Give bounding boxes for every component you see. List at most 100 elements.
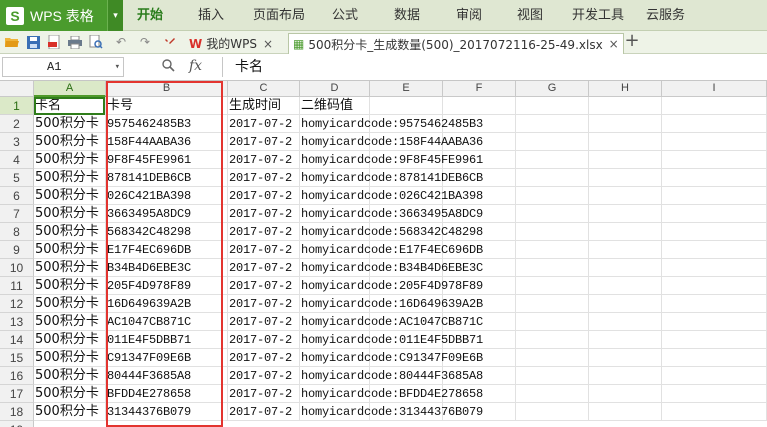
undo-icon[interactable]: ↶ — [113, 34, 129, 50]
app-menu-button[interactable]: S WPS 表格 ▾ — [0, 0, 123, 31]
customize-toolbar-icon[interactable] — [162, 34, 178, 50]
cell-qr-value[interactable]: homyicardcode:9575462485B3 — [300, 115, 483, 133]
cell[interactable] — [662, 115, 767, 133]
cell[interactable] — [662, 97, 767, 115]
cell[interactable] — [662, 205, 767, 223]
cell[interactable] — [516, 277, 589, 295]
cell-a1[interactable]: 卡名 — [34, 97, 106, 115]
cell[interactable] — [662, 331, 767, 349]
cell-card-name[interactable]: 500积分卡 — [34, 151, 106, 169]
row-header[interactable]: 8 — [0, 223, 34, 241]
cell-qr-value[interactable]: homyicardcode:026C421BA398 — [300, 187, 483, 205]
cell[interactable] — [662, 223, 767, 241]
row-header[interactable]: 14 — [0, 331, 34, 349]
cell[interactable] — [516, 295, 589, 313]
formula-input[interactable]: 卡名 — [222, 57, 762, 77]
cell[interactable] — [662, 367, 767, 385]
cell[interactable] — [662, 385, 767, 403]
menu-home[interactable]: 开始 — [137, 0, 163, 31]
row-header[interactable]: 19 — [0, 421, 34, 427]
save-icon[interactable] — [25, 34, 41, 50]
cell-created-time[interactable]: 2017-07-2 — [228, 295, 300, 313]
cell-qr-value[interactable]: homyicardcode:878141DEB6CB — [300, 169, 483, 187]
cell-created-time[interactable]: 2017-07-2 — [228, 259, 300, 277]
cell-card-number[interactable]: AC1047CB871C — [106, 313, 228, 331]
print-icon[interactable] — [67, 34, 83, 50]
redo-icon[interactable]: ↷ — [137, 34, 153, 50]
cell-qr-value[interactable]: homyicardcode:31344376B079 — [300, 403, 483, 421]
cell[interactable] — [516, 205, 589, 223]
row-header[interactable]: 9 — [0, 241, 34, 259]
row-header[interactable]: 16 — [0, 367, 34, 385]
column-header-g[interactable]: G — [516, 81, 589, 97]
cell[interactable] — [516, 187, 589, 205]
cell-card-number[interactable]: 80444F3685A8 — [106, 367, 228, 385]
cell[interactable] — [589, 403, 662, 421]
cell-created-time[interactable]: 2017-07-2 — [228, 403, 300, 421]
insert-function-button[interactable]: fx — [189, 58, 202, 74]
tab-active-workbook[interactable]: ▦ 500积分卡_生成数量(500)_2017072116-25-49.xlsx… — [288, 33, 624, 54]
row-header[interactable]: 11 — [0, 277, 34, 295]
cell-created-time[interactable]: 2017-07-2 — [228, 385, 300, 403]
cell[interactable] — [662, 169, 767, 187]
cell-qr-value[interactable]: homyicardcode:205F4D978F89 — [300, 277, 483, 295]
cell[interactable] — [589, 367, 662, 385]
cell-created-time[interactable]: 2017-07-2 — [228, 133, 300, 151]
print-preview-icon[interactable] — [88, 34, 104, 50]
select-all-corner[interactable] — [0, 81, 34, 97]
cell[interactable] — [589, 97, 662, 115]
cell[interactable] — [589, 331, 662, 349]
cell[interactable] — [516, 403, 589, 421]
cell[interactable] — [589, 205, 662, 223]
new-tab-icon[interactable]: + — [624, 30, 640, 51]
cell-card-number[interactable]: BFDD4E278658 — [106, 385, 228, 403]
cell[interactable] — [443, 97, 516, 115]
cell-qr-value[interactable]: homyicardcode:011E4F5DBB71 — [300, 331, 483, 349]
row-header[interactable]: 10 — [0, 259, 34, 277]
column-header-f[interactable]: F — [443, 81, 516, 97]
cell[interactable] — [589, 187, 662, 205]
cell-card-name[interactable]: 500积分卡 — [34, 115, 106, 133]
cell[interactable] — [516, 151, 589, 169]
cell[interactable] — [516, 223, 589, 241]
cell-card-name[interactable]: 500积分卡 — [34, 205, 106, 223]
cell-created-time[interactable]: 2017-07-2 — [228, 169, 300, 187]
cell-card-number[interactable]: 568342C48298 — [106, 223, 228, 241]
name-box[interactable]: A1 ▾ — [2, 57, 124, 77]
row-header[interactable]: 4 — [0, 151, 34, 169]
cell-card-name[interactable]: 500积分卡 — [34, 313, 106, 331]
cell-card-name[interactable]: 500积分卡 — [34, 187, 106, 205]
open-folder-icon[interactable] — [4, 34, 20, 50]
cell-created-time[interactable]: 2017-07-2 — [228, 205, 300, 223]
cell-card-name[interactable]: 500积分卡 — [34, 367, 106, 385]
cell[interactable] — [516, 241, 589, 259]
cell-qr-value[interactable]: homyicardcode:9F8F45FE9961 — [300, 151, 483, 169]
cell-qr-value[interactable]: homyicardcode:158F44AABA36 — [300, 133, 483, 151]
cell[interactable] — [516, 385, 589, 403]
cell-card-number[interactable]: 9F8F45FE9961 — [106, 151, 228, 169]
row-header[interactable]: 18 — [0, 403, 34, 421]
column-header-i[interactable]: I — [662, 81, 767, 97]
cell-card-name[interactable]: 500积分卡 — [34, 403, 106, 421]
row-header[interactable]: 7 — [0, 205, 34, 223]
row-header[interactable]: 15 — [0, 349, 34, 367]
column-header-b[interactable]: B — [106, 81, 228, 97]
cell-created-time[interactable]: 2017-07-2 — [228, 115, 300, 133]
cell-card-name[interactable]: 500积分卡 — [34, 169, 106, 187]
cell[interactable] — [589, 277, 662, 295]
cell[interactable] — [662, 313, 767, 331]
menu-review[interactable]: 审阅 — [456, 0, 482, 31]
row-header[interactable]: 13 — [0, 313, 34, 331]
tab-my-wps[interactable]: W 我的WPS × — [185, 33, 277, 54]
cell-card-number[interactable]: C91347F09E6B — [106, 349, 228, 367]
cell-created-time[interactable]: 2017-07-2 — [228, 349, 300, 367]
close-icon[interactable]: × — [263, 37, 273, 51]
menu-data[interactable]: 数据 — [394, 0, 420, 31]
cell-card-name[interactable]: 500积分卡 — [34, 385, 106, 403]
row-header[interactable]: 6 — [0, 187, 34, 205]
cell-created-time[interactable]: 2017-07-2 — [228, 241, 300, 259]
cell[interactable] — [662, 277, 767, 295]
cell[interactable] — [516, 331, 589, 349]
row-header[interactable]: 17 — [0, 385, 34, 403]
column-header-e[interactable]: E — [370, 81, 443, 97]
